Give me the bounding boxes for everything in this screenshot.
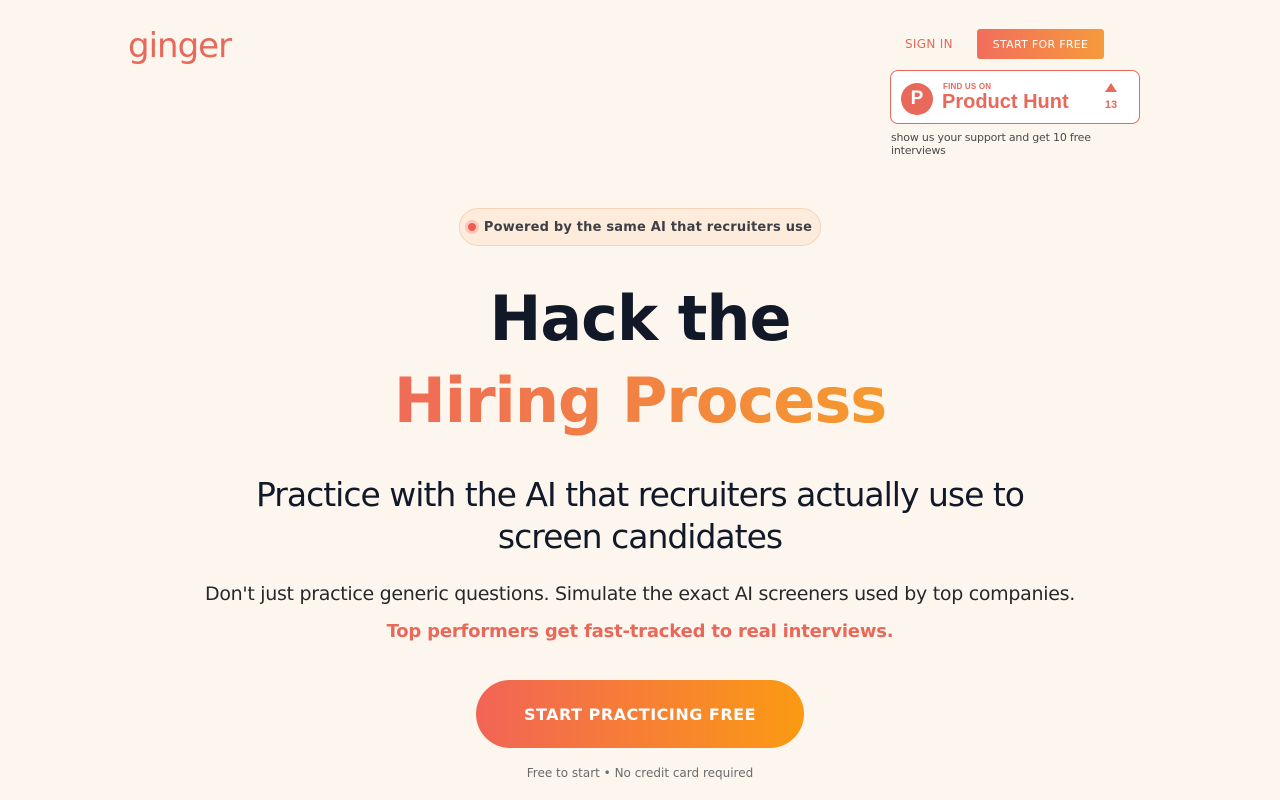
cta-fineprint: Free to start • No credit card required — [526, 766, 754, 780]
status-dot-icon — [467, 223, 476, 231]
start-for-free-button[interactable]: START FOR FREE — [977, 29, 1104, 59]
headline-line-2: Hiring Process — [0, 364, 1280, 437]
landing-page: ginger SIGN IN START FOR FREE P FIND US … — [0, 0, 1280, 800]
hero-subtitle: Practice with the AI that recruiters act… — [255, 475, 1025, 556]
ginger-logo[interactable]: ginger — [128, 26, 232, 66]
product-hunt-badge[interactable]: P FIND US ON Product Hunt 13 — [890, 70, 1140, 124]
product-hunt-find-label: FIND US ON — [943, 82, 992, 91]
product-hunt-name: Product Hunt — [942, 91, 1069, 113]
upvote-triangle-icon — [1105, 83, 1117, 92]
headline-gradient-text: Hiring Process — [393, 364, 887, 437]
product-hunt-caption: show us your support and get 10 free int… — [891, 131, 1091, 157]
hero-highlight: Top performers get fast-tracked to real … — [386, 621, 894, 642]
start-practicing-button[interactable]: START PRACTICING FREE — [476, 680, 804, 748]
sign-in-link[interactable]: SIGN IN — [905, 37, 953, 51]
hero-description: Don't just practice generic questions. S… — [205, 583, 1075, 605]
headline-line-1: Hack the — [489, 282, 791, 355]
product-hunt-logo-icon: P — [901, 83, 933, 115]
powered-by-pill: Powered by the same AI that recruiters u… — [459, 208, 821, 246]
powered-by-text: Powered by the same AI that recruiters u… — [483, 219, 813, 235]
upvote-count: 13 — [1104, 99, 1118, 111]
